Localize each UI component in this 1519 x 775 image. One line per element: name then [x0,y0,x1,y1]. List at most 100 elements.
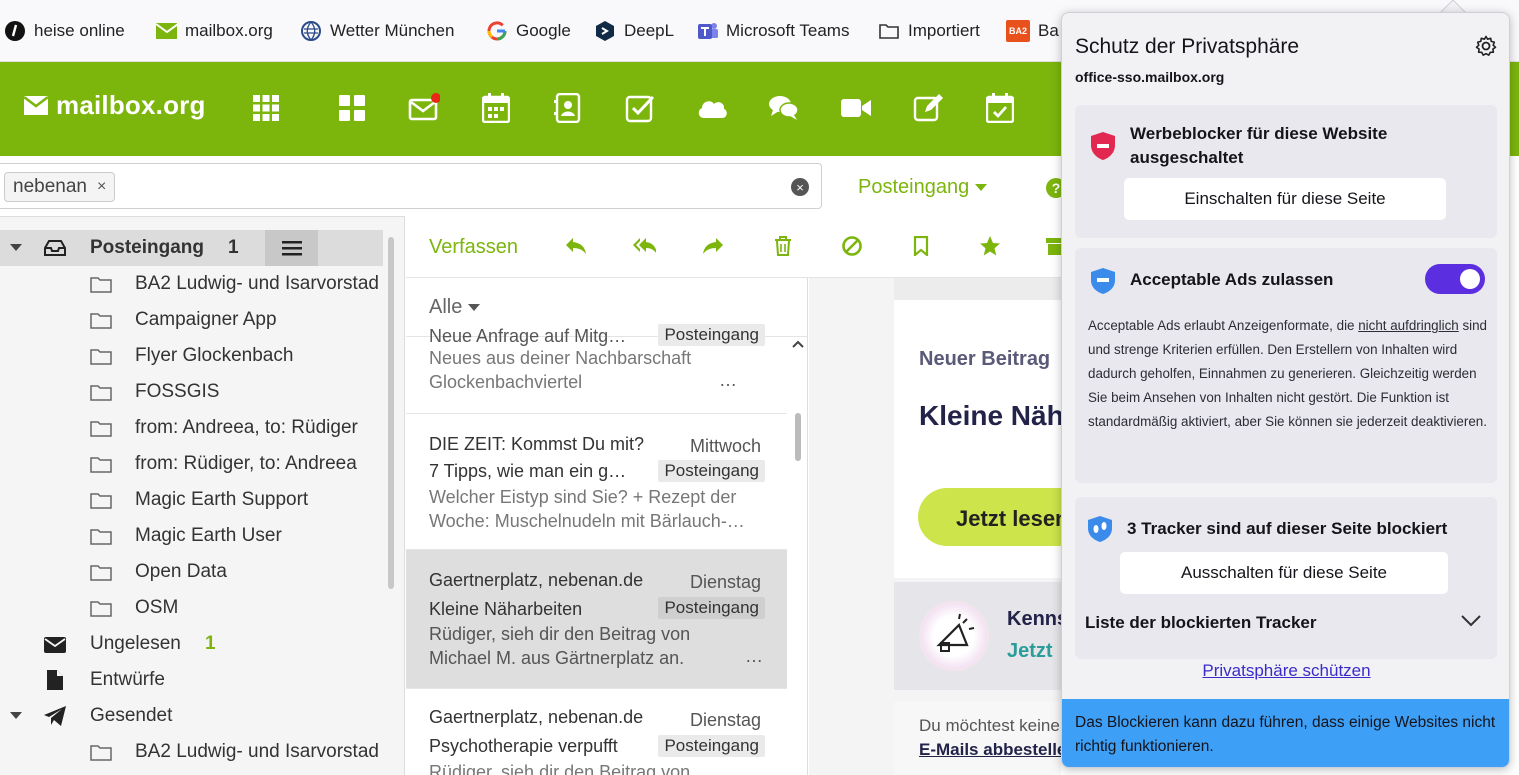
apps-grid-icon[interactable] [250,92,282,124]
subfolder-item[interactable]: BA2 Ludwig- und Isarvorstad [0,266,383,302]
tracker-card: 3 Tracker sind auf dieser Seite blockier… [1075,497,1497,659]
folder-sent-sub[interactable]: BA2 Ludwig- und Isarvorstad [0,734,383,770]
caret-down-icon[interactable] [10,712,22,720]
subfolder-item[interactable]: Campaigner App [0,302,383,338]
search-field[interactable]: nebenan × × [0,163,822,209]
mail-title: Kleine Näharbeiten [919,400,1061,431]
folder-tree: Posteingang 1 BA2 Ludwig- und Isarvorsta… [0,216,405,775]
folder-menu-icon[interactable] [265,230,318,266]
bookmark-wetter[interactable]: Wetter München [300,18,454,44]
footer-text: Du möchtest keine [919,716,1060,735]
subfolder-item[interactable]: FOSSGIS [0,374,383,410]
mail-item[interactable]: Neue Anfrage auf Mitg… Posteingang Neues… [406,322,787,414]
chevron-down-icon[interactable] [1461,615,1481,627]
read-now-button[interactable]: Jetzt lesen [918,488,1061,546]
folder-label: from: Rüdiger, to: Andreea [135,453,357,474]
mail-item-selected[interactable]: Gaertnerplatz, nebenan.de Dienstag Klein… [406,550,787,689]
chip-remove-icon[interactable]: × [97,178,106,196]
bookmark-importiert[interactable]: Importiert [878,18,980,44]
unread-dot [431,93,440,103]
tasks-icon[interactable] [624,92,656,124]
drive-icon[interactable] [696,92,728,124]
subfolder-item[interactable]: Magic Earth Support [0,482,383,518]
mail-footer [894,702,1061,775]
folder-dropdown[interactable]: Posteingang [858,176,988,199]
subfolder-item[interactable]: from: Rüdiger, to: Andreea [0,446,383,482]
contacts-icon[interactable] [552,92,584,124]
folder-unread[interactable]: Ungelesen 1 [0,626,383,662]
list-scrollbar[interactable] [795,413,801,461]
folder-label: Posteingang [90,237,205,258]
bookmark-teams[interactable]: Microsoft Teams [696,18,849,44]
folder-badge: Posteingang [658,460,765,482]
chat-icon[interactable] [768,92,800,124]
caret-down-icon[interactable] [10,244,22,252]
gear-icon[interactable] [1475,35,1497,57]
folder-sent[interactable]: Gesendet [0,698,383,734]
mail-item[interactable]: Gaertnerplatz, nebenan.de Dienstag Psych… [406,689,787,775]
folder-label: Campaigner App [135,309,277,330]
reply-icon[interactable] [564,234,588,258]
folder-label: Ungelesen [90,633,181,654]
bookmark-label: DeepL [624,21,675,40]
calendar-check-icon[interactable] [984,92,1016,124]
mail-item[interactable]: DIE ZEIT: Kommst Du mit? Mittwoch 7 Tipp… [406,414,787,550]
reading-pane: Neuer Beitrag Kleine Näharbeiten Jetzt l… [809,278,1061,775]
flag-icon[interactable] [909,234,933,258]
calendar-icon[interactable] [480,92,512,124]
video-icon[interactable] [840,92,872,124]
subfolder-item[interactable]: Flyer Glockenbach [0,338,383,374]
tracker-list-label[interactable]: Liste der blockierten Tracker [1085,613,1317,633]
bookmark-mailbox[interactable]: mailbox.org [155,18,273,44]
compose-button[interactable]: Verfassen [429,236,518,259]
mail-icon[interactable] [408,92,440,124]
delete-icon[interactable] [771,234,795,258]
notes-icon[interactable] [912,92,944,124]
search-chip[interactable]: nebenan × [4,172,116,202]
file-icon [47,670,63,690]
folder-drafts[interactable]: Entwürfe [0,662,383,698]
mail-list: Alle Neue Anfrage auf Mitg… Posteingang … [406,278,808,775]
tree-scrollbar[interactable] [388,237,394,589]
bookmark-deepl[interactable]: DeepL [594,18,674,44]
star-icon[interactable] [978,234,1002,258]
tracker-heading: 3 Tracker sind auf dieser Seite blockier… [1127,519,1448,538]
clear-search-icon[interactable]: × [791,178,809,196]
folder-label: OSM [135,597,179,618]
inbox-icon [44,239,66,257]
folder-badge: Posteingang [658,597,765,619]
subfolder-item[interactable]: from: Andreea, to: Rüdiger [0,410,383,446]
spam-icon[interactable] [840,234,864,258]
folder-inbox[interactable]: Posteingang 1 [0,230,383,266]
bookmark-ba[interactable]: BA2 Ba [1006,18,1059,44]
folder-icon [90,455,112,473]
folder-dropdown-label: Posteingang [858,176,970,198]
filter-dropdown[interactable]: Alle [429,296,481,319]
disable-for-site-button[interactable]: Ausschalten für diese Seite [1120,552,1448,594]
protect-privacy-link[interactable]: Privatsphäre schützen [1062,661,1509,681]
subfolder-item[interactable]: OSM [0,590,383,626]
folder-label: Entwürfe [90,669,165,690]
mail-date: Dienstag [689,572,761,592]
mail-preview: Rüdiger, sieh dir den Beitrag von Michae… [429,624,691,668]
bookmark-heise[interactable]: heise online [4,18,125,44]
caret-down-icon [468,303,481,312]
paper-plane-icon [44,706,66,726]
promo-link[interactable]: Jetzt [1007,640,1053,663]
enable-for-site-button[interactable]: Einschalten für diese Seite [1124,178,1446,220]
acceptable-ads-toggle[interactable] [1425,264,1485,294]
mailbox-envelope-icon [155,20,177,42]
bookmark-label: Importiert [908,21,980,40]
subfolder-item[interactable]: Open Data [0,554,383,590]
not-intrusive-link[interactable]: nicht aufdringlich [1358,318,1459,333]
scroll-up-icon[interactable] [792,340,804,348]
forward-icon[interactable] [701,234,725,258]
envelope-icon [44,636,66,653]
reply-all-icon[interactable] [632,234,656,258]
unsubscribe-link[interactable]: E-Mails abbestellen [919,740,1061,760]
bookmark-google[interactable]: Google [486,18,571,44]
portal-icon[interactable] [336,92,368,124]
subfolder-item[interactable]: Magic Earth User [0,518,383,554]
logo[interactable]: mailbox.org [24,90,206,121]
warning-footer: Das Blockieren kann dazu führen, dass ei… [1062,699,1509,767]
